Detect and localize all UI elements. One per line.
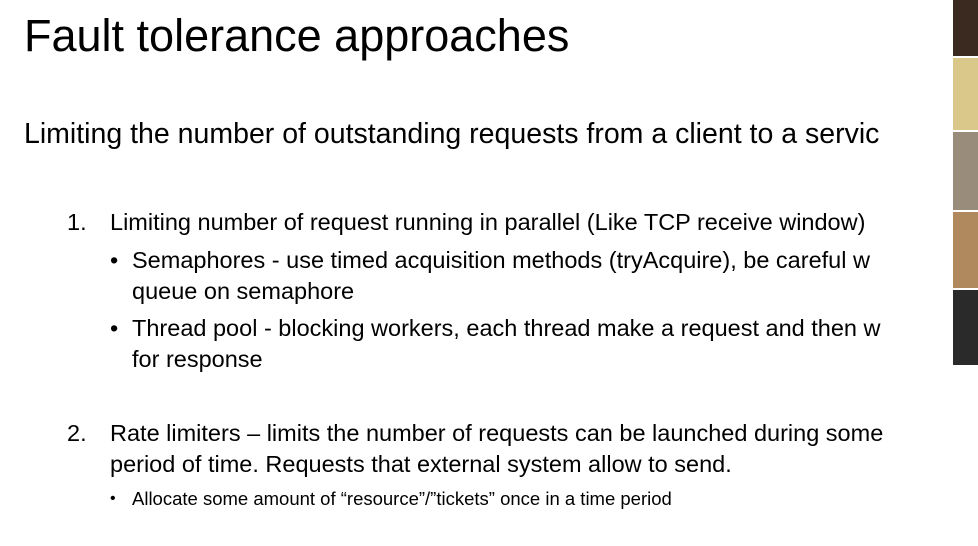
slide-subtitle: Limiting the number of outstanding reque… [24, 118, 880, 150]
list-item-text: Rate limiters – limits the number of req… [110, 420, 884, 446]
bullet-text-line: queue on semaphore [132, 278, 355, 304]
list-item-text: period of time. Requests that external s… [110, 451, 732, 477]
bullet-text-line: Allocate some amount of “resource”/”tick… [132, 488, 672, 509]
bullet-icon: • [110, 315, 119, 341]
slide: Fault tolerance approaches Limiting the … [0, 0, 978, 546]
video-tile-participant-1[interactable] [953, 0, 978, 56]
video-tile-participant-2[interactable] [953, 58, 978, 130]
list-item-text: Limiting number of request running in pa… [110, 209, 866, 235]
bullet-text-line: Semaphores - use timed acquisition metho… [132, 247, 870, 273]
video-tile-participant-3[interactable] [953, 132, 978, 210]
video-tile-participant-5[interactable] [953, 290, 978, 365]
bullet-icon: • [110, 247, 119, 273]
bullet-icon: • [110, 490, 116, 507]
video-tile-participant-4[interactable] [953, 212, 978, 288]
slide-title: Fault tolerance approaches [24, 10, 570, 61]
bullet-text-line: for response [132, 346, 263, 372]
list-number: 2. [67, 420, 87, 446]
video-participant-strip [953, 0, 978, 365]
bullet-text-line: Thread pool - blocking workers, each thr… [132, 315, 881, 341]
list-number: 1. [67, 209, 87, 235]
